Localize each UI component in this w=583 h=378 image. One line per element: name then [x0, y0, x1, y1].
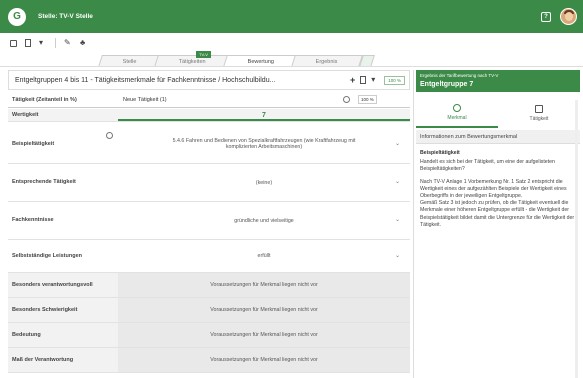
result-header: Ergebnis der Tarifbewertung nach TV-V En… [416, 70, 580, 92]
table-row[interactable]: Maß der Verantwortung Voraussetzungen fü… [8, 348, 410, 373]
page-title: Entgeltgruppen 4 bis 11 - Tätigkeitsmerk… [15, 76, 276, 84]
toolbar-divider [55, 38, 56, 48]
toolbar: ▾ ✎ ♣ [0, 33, 583, 53]
wertigkeit-value: 7 [118, 109, 410, 121]
tab-taetigkeit-label: Tätigkeit [529, 115, 549, 122]
info-heading: Beispieltätigkeit [420, 150, 460, 156]
info-paragraph: Nach TV-V Anlage 1 Vorbemerkung Nr. 1 Sa… [420, 178, 567, 200]
app-logo: G [8, 7, 26, 26]
result-value: Entgeltgruppe 7 [420, 81, 474, 88]
avatar[interactable] [560, 8, 577, 25]
help-button[interactable]: ? [541, 12, 551, 22]
header-row: Entgeltgruppen 4 bis 11 - Tätigkeitsmerk… [8, 70, 410, 90]
tab-bar: Stelle Tätigkeiten Bewertung Ergebnis [98, 52, 375, 67]
chevron-down-icon[interactable]: ⌄ [395, 216, 400, 223]
row-label: Selbstständige Leistungen [12, 253, 82, 259]
wertigkeit-label: Wertigkeit [12, 112, 39, 118]
row-label: Besonders verantwortungsvoll [12, 282, 93, 288]
table-row[interactable]: Entsprechende Tätigkeit (keine) ⌄ [8, 164, 410, 202]
more-icon[interactable]: ▾ [371, 76, 379, 84]
tab-badge-tvv: TV-V [196, 51, 211, 58]
row-label: Fachkenntnisse [12, 217, 54, 223]
info-paragraph: Gemäß Satz 3 ist jedoch zu prüfen, ob di… [420, 200, 575, 228]
copy-icon[interactable] [360, 76, 367, 84]
table-row[interactable]: Bedeutung Voraussetzungen für Merkmal li… [8, 323, 410, 348]
row-value[interactable]: Voraussetzungen für Merkmal liegen nicht… [118, 348, 410, 372]
table-row[interactable]: Besonders Schwierigkeit Voraussetzungen … [8, 298, 410, 323]
table-row[interactable]: Beispieltätigkeit 5.4.6 Fahren und Bedie… [8, 124, 410, 164]
table-row[interactable]: Besonders verantwortungsvoll Voraussetzu… [8, 273, 410, 298]
info-icon[interactable] [343, 96, 350, 103]
chevron-down-icon[interactable]: ⌄ [395, 252, 400, 259]
tab-merkmal[interactable]: Merkmal [416, 98, 498, 128]
chevron-down-icon[interactable]: ⌄ [395, 178, 400, 185]
save-icon[interactable] [10, 39, 17, 47]
row-value[interactable]: (keine) [118, 164, 410, 201]
info-text: Beispieltätigkeit Handelt es sich bei de… [420, 150, 575, 234]
row-label: Beispieltätigkeit [12, 141, 55, 147]
info-title: Informationen zum Bewertungsmerkmal [416, 130, 580, 144]
chevron-down-icon[interactable]: ▾ [39, 39, 47, 47]
main-panel: Entgeltgruppen 4 bis 11 - Tätigkeitsmerk… [8, 70, 410, 378]
row-value[interactable]: Voraussetzungen für Merkmal liegen nicht… [118, 323, 410, 347]
org-icon[interactable]: ♣ [80, 39, 88, 47]
tab-merkmal-label: Merkmal [447, 114, 467, 121]
activity-value[interactable]: Neue Tätigkeit (1) [123, 97, 167, 103]
row-value[interactable]: gründliche und vielseitige [118, 202, 410, 239]
tools-icon[interactable]: ✎ [64, 39, 72, 47]
activity-label: Tätigkeit (Zeitanteil in %) [12, 97, 77, 103]
chevron-down-icon[interactable]: ⌄ [395, 140, 400, 147]
scrollbar[interactable] [575, 100, 578, 378]
wertigkeit-row: Wertigkeit 7 [8, 109, 410, 122]
result-label: Ergebnis der Tarifbewertung nach TV-V [420, 73, 499, 78]
info-icon [453, 103, 461, 112]
info-icon[interactable] [106, 132, 113, 139]
tab-taetigkeit[interactable]: Tätigkeit [498, 98, 580, 128]
activity-row: Tätigkeit (Zeitanteil in %) Neue Tätigke… [8, 92, 410, 108]
document-icon[interactable] [25, 39, 31, 47]
app-title: Stelle: TV-V Stelle [38, 13, 93, 20]
row-label: Entsprechende Tätigkeit [12, 179, 76, 185]
document-icon [535, 104, 543, 113]
row-label: Maß der Verantwortung [12, 357, 74, 363]
activity-percent[interactable]: 100 % [358, 95, 377, 104]
row-value[interactable]: 5.4.6 Fahren und Bedienen von Spezialkra… [118, 124, 410, 163]
row-label: Besonders Schwierigkeit [12, 307, 78, 313]
table-row[interactable]: Selbstständige Leistungen erfüllt ⌄ [8, 240, 410, 273]
row-label: Bedeutung [12, 332, 41, 338]
row-value[interactable]: Voraussetzungen für Merkmal liegen nicht… [118, 298, 410, 322]
row-value[interactable]: erfüllt [118, 240, 410, 272]
add-icon[interactable]: + [350, 75, 355, 85]
app-titlebar: G Stelle: TV-V Stelle ? [0, 0, 583, 33]
sidebar-tabs: Merkmal Tätigkeit [416, 98, 580, 128]
info-paragraph: Handelt es sich bei der Tätigkeit, um ei… [420, 159, 555, 173]
percent-badge[interactable]: 100 % [384, 75, 405, 85]
tab-divider [0, 66, 583, 67]
row-value[interactable]: Voraussetzungen für Merkmal liegen nicht… [118, 273, 410, 297]
table-row[interactable]: Fachkenntnisse gründliche und vielseitig… [8, 202, 410, 240]
result-sidebar: Ergebnis der Tarifbewertung nach TV-V En… [413, 70, 583, 378]
